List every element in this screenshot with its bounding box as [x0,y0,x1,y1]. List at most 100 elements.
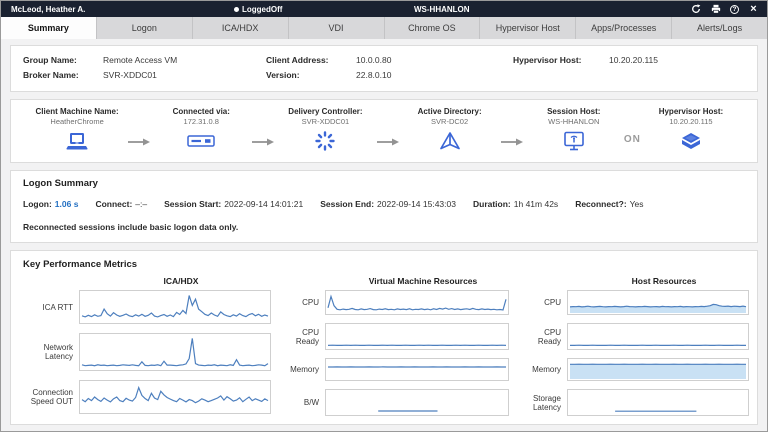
stat-reconnect: Reconnect?: Yes [575,199,643,209]
memory-sparkline-chart [567,358,749,381]
metrics-column-header: Host Resources [573,274,755,290]
metrics-column: Host ResourcesCPU CPU Ready Memory Storage … [523,274,755,416]
pipeline-node-value: SVR-XDDC01 [302,117,350,127]
connection-speed-out-sparkline-chart [79,380,271,414]
b-w-sparkline-chart [325,389,509,416]
tab-summary[interactable]: Summary [1,17,97,39]
chart-label: Network Latency [23,343,79,361]
tab-ica-hdx[interactable]: ICA/HDX [193,17,289,39]
stat-logon: Logon:1.06 s [23,199,78,209]
status-dot-icon [234,7,239,12]
session-details-window: McLeod, Heather A. LoggedOff WS-HHANLON … [0,0,768,432]
chart-row: CPU Ready [523,323,755,350]
arrow-right-icon [376,133,400,151]
pipeline-node-label: Connected via: [173,107,230,117]
chart-row: ICA RTT [23,290,277,324]
hypervisor-host-value: 10.20.20.115 [609,53,658,68]
hypervisor-stack-icon [679,129,703,153]
metrics-title: Key Performance Metrics [23,259,749,270]
session-status-label: LoggedOff [242,5,282,14]
stat-label: Logon: [23,199,52,209]
summary-content: Group Name: Broker Name: Remote Access V… [1,39,767,431]
arrow-right-icon [251,133,275,151]
stat-session-start: Session Start:2022-09-14 14:01:21 [164,199,303,209]
stat-value-session-end: 2022-09-14 15:43:03 [377,199,456,209]
pipeline-node-client-machine: Client Machine Name: HeatherChrome [27,107,127,153]
pipeline-node-value: WS-HHANLON [548,117,599,127]
gateway-icon [187,129,215,153]
chart-row: CPU [523,290,755,315]
client-address-value: 10.0.0.80 [356,53,513,68]
group-name-label: Group Name: [23,53,103,68]
stat-label: Reconnect?: [575,199,626,209]
logon-stats-row: Logon:1.06 s Connect:–:– Session Start:2… [23,199,745,209]
refresh-icon[interactable] [690,4,701,15]
ica-rtt-sparkline-chart [79,290,271,324]
cpu-sparkline-chart [325,290,509,315]
pipeline-node-session-host: Session Host: WS-HHANLON [524,107,624,153]
tab-alerts-logs[interactable]: Alerts/Logs [672,17,767,39]
cpu-ready-sparkline-chart [325,323,509,350]
session-info-card: Group Name: Broker Name: Remote Access V… [10,45,758,92]
pipeline-node-value: HeatherChrome [50,117,103,127]
chart-label: CPU Ready [285,328,325,346]
metrics-column-header: Virtual Machine Resources [331,274,515,290]
stat-label: Session End: [320,199,374,209]
connection-pipeline-card: Client Machine Name: HeatherChrome Conne… [10,99,758,163]
stat-value-session-start: 2022-09-14 14:01:21 [224,199,303,209]
help-icon[interactable]: ? [730,5,739,14]
cpu-sparkline-chart [567,290,749,315]
version-label: Version: [266,68,356,83]
chart-row: CPU Ready [285,323,515,350]
pipeline-node-label: Hypervisor Host: [659,107,723,117]
metrics-columns: ICA/HDXICA RTTNetwork LatencyConnection … [23,274,749,416]
info-group-names: Group Name: Broker Name: Remote Access V… [23,53,266,83]
active-directory-icon [439,129,461,153]
logon-summary-card: Logon Summary Logon:1.06 s Connect:–:– S… [10,170,758,243]
chart-row: Memory [523,358,755,381]
titlebar-user-name: McLeod, Heather A. [11,5,85,14]
chart-row: Connection Speed OUT [23,380,277,414]
storage-latency-sparkline-chart [567,389,749,416]
chart-label: Storage Latency [523,394,567,412]
stat-value-reconnect: Yes [630,199,644,209]
chart-label: CPU [285,298,325,307]
chart-label: Connection Speed OUT [23,388,79,406]
arrow-right-icon [500,133,524,151]
key-performance-metrics-card: Key Performance Metrics ICA/HDXICA RTTNe… [10,250,758,425]
stat-value-connect: –:– [135,199,147,209]
pipeline-node-label: Active Directory: [418,107,482,117]
chart-label: B/W [285,398,325,407]
pipeline-node-hypervisor-host: Hypervisor Host: 10.20.20.115 [641,107,741,153]
pipeline-node-value: SVR-DC02 [431,117,468,127]
hypervisor-host-label: Hypervisor Host: [513,53,609,68]
chart-row: Network Latency [23,333,277,371]
info-group-client: Client Address: Version: 10.0.0.80 22.8.… [266,53,513,83]
chart-row: CPU [285,290,515,315]
session-status: LoggedOff [234,5,282,14]
cpu-ready-sparkline-chart [567,323,749,350]
chart-label: Memory [285,365,325,374]
stat-label: Session Start: [164,199,221,209]
titlebar-machine-name: WS-HHANLON [414,5,470,14]
tab-vdi[interactable]: VDI [289,17,385,39]
pipeline-node-connected-via: Connected via: 172.31.0.8 [151,107,251,153]
close-icon[interactable]: × [748,4,759,15]
print-icon[interactable] [710,4,721,15]
client-address-label: Client Address: [266,53,356,68]
info-group-host: Hypervisor Host: 10.20.20.115 [513,53,658,83]
stat-label: Duration: [473,199,511,209]
tab-chrome-os[interactable]: Chrome OS [385,17,481,39]
stat-session-end: Session End:2022-09-14 15:43:03 [320,199,456,209]
tab-logon[interactable]: Logon [97,17,193,39]
pipeline-node-label: Client Machine Name: [36,107,119,117]
tab-hypervisor-host[interactable]: Hypervisor Host [480,17,576,39]
session-host-monitor-icon [563,129,585,153]
chart-label: CPU Ready [523,328,567,346]
pipeline-node-label: Session Host: [547,107,600,117]
chart-label: Memory [523,365,567,374]
power-state-label: ON [624,134,641,145]
chart-row: B/W [285,389,515,416]
chart-label: ICA RTT [23,303,79,312]
tab-apps-processes[interactable]: Apps/Processes [576,17,672,39]
